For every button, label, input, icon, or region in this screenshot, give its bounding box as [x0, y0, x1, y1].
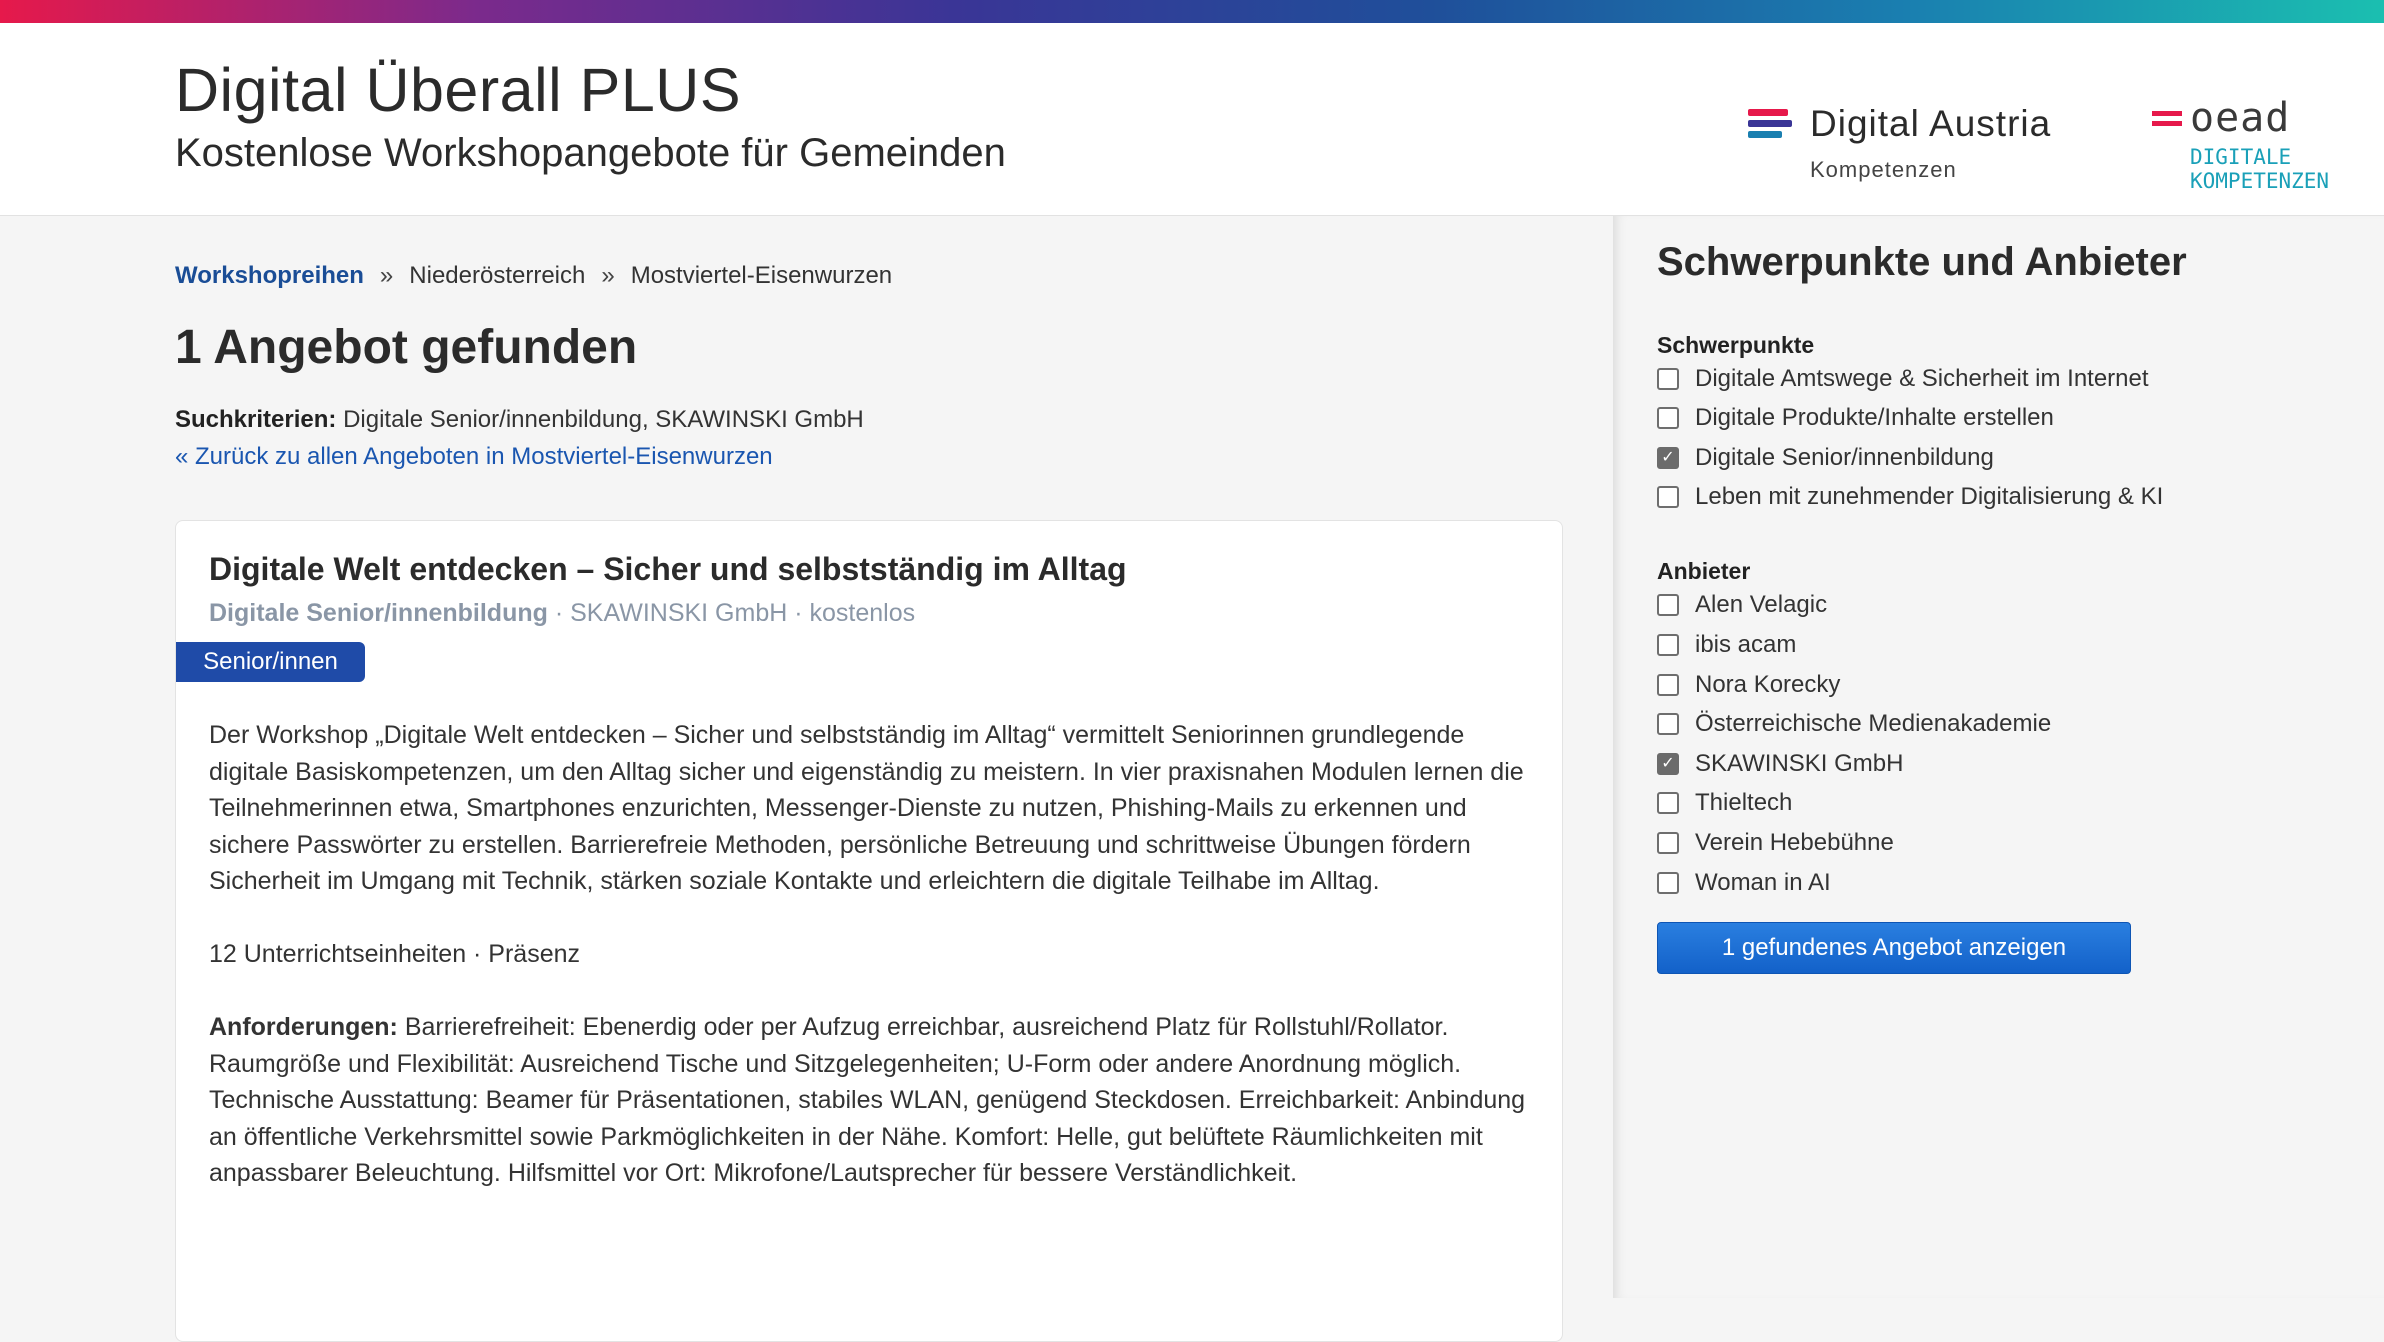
filter-provider-ibis[interactable]: ibis acam: [1657, 631, 1796, 659]
providers-group-label: Anbieter: [1657, 558, 1751, 584]
requirements-text: Barrierefreiheit: Ebenerdig oder per Auf…: [209, 1013, 1526, 1187]
checkbox[interactable]: [1657, 486, 1679, 508]
digital-austria-sub: Kompetenzen: [1810, 157, 1957, 182]
checkbox[interactable]: [1657, 634, 1679, 656]
site-title[interactable]: Digital Überall PLUS: [175, 55, 741, 125]
checkbox[interactable]: [1657, 368, 1679, 390]
offer-meta: Digitale Senior/innenbildung · SKAWINSKI…: [209, 599, 915, 628]
filter-focus-senior[interactable]: ✓ Digitale Senior/innenbildung: [1657, 444, 1994, 472]
show-results-button[interactable]: 1 gefundenes Angebot anzeigen: [1657, 922, 2131, 974]
result-count-heading: 1 Angebot gefunden: [175, 321, 638, 374]
site-subtitle: Kostenlose Workshopangebote für Gemeinde…: [175, 131, 1006, 175]
checkbox[interactable]: [1657, 407, 1679, 429]
checkbox[interactable]: [1657, 832, 1679, 854]
back-to-all-offers-link[interactable]: « Zurück zu allen Angeboten in Mostviert…: [175, 443, 773, 471]
filter-provider-velagic[interactable]: Alen Velagic: [1657, 591, 1827, 619]
austria-flag-icon: [2152, 111, 2182, 127]
filter-sidebar: Schwerpunkte und Anbieter Schwerpunkte D…: [1613, 216, 2384, 1298]
checkbox[interactable]: [1657, 792, 1679, 814]
focus-group-label: Schwerpunkte: [1657, 332, 1815, 358]
checkbox[interactable]: [1657, 713, 1679, 735]
oead-sub: DIGITALE KOMPETENZEN: [2190, 145, 2329, 193]
checkbox[interactable]: [1657, 594, 1679, 616]
breadcrumb-separator-icon: »: [601, 262, 615, 289]
breadcrumb: Workshopreihen » Niederösterreich » Most…: [175, 262, 892, 290]
filter-label: Alen Velagic: [1695, 591, 1828, 618]
checkbox[interactable]: [1657, 674, 1679, 696]
offer-body: Der Workshop „Digitale Welt entdecken – …: [209, 717, 1539, 1228]
filter-label: Leben mit zunehmender Digitalisierung & …: [1695, 483, 2164, 510]
site-header: Digital Überall PLUS Kostenlose Workshop…: [0, 23, 2384, 216]
filter-label: Verein Hebebühne: [1695, 829, 1894, 856]
filter-provider-medienakademie[interactable]: Österreichische Medienakademie: [1657, 710, 2051, 738]
filter-label: Thieltech: [1695, 789, 1793, 816]
filter-provider-hebebuehne[interactable]: Verein Hebebühne: [1657, 829, 1894, 857]
breadcrumb-niederoesterreich: Niederösterreich: [409, 262, 586, 289]
offer-provider-price: · SKAWINSKI GmbH · kostenlos: [547, 599, 916, 627]
filter-label: Woman in AI: [1695, 869, 1831, 896]
offer-description: Der Workshop „Digitale Welt entdecken – …: [209, 721, 1524, 895]
filter-provider-skawinski[interactable]: ✓ SKAWINSKI GmbH: [1657, 750, 1903, 778]
filter-label: Digitale Amtswege & Sicherheit im Intern…: [1695, 365, 2149, 392]
checkbox-checked-icon[interactable]: ✓: [1657, 447, 1679, 469]
filter-provider-woman-in-ai[interactable]: Woman in AI: [1657, 869, 1831, 897]
oead-name: oead: [2190, 95, 2291, 141]
offer-card: Digitale Welt entdecken – Sicher und sel…: [175, 520, 1563, 1342]
search-criteria-value: Digitale Senior/innenbildung, SKAWINSKI …: [343, 406, 864, 433]
filter-label: Digitale Senior/innenbildung: [1695, 444, 1994, 471]
digital-austria-name: Digital Austria: [1810, 103, 2052, 144]
search-criteria-label: Suchkriterien:: [175, 406, 337, 433]
sidebar-title: Schwerpunkte und Anbieter: [1657, 240, 2187, 284]
filter-label: Digitale Produkte/Inhalte erstellen: [1695, 404, 2054, 431]
offer-requirements: Anforderungen: Barrierefreiheit: Ebenerd…: [209, 1009, 1539, 1192]
filter-label: SKAWINSKI GmbH: [1695, 750, 1904, 777]
filter-focus-produkte[interactable]: Digitale Produkte/Inhalte erstellen: [1657, 404, 2054, 432]
main-content: Workshopreihen » Niederösterreich » Most…: [0, 216, 1613, 1342]
digital-austria-logo[interactable]: Digital Austria Kompetenzen: [1748, 81, 2078, 191]
offer-units: 12 Unterrichtseinheiten · Präsenz: [209, 940, 581, 968]
filter-label: ibis acam: [1695, 631, 1797, 658]
filter-focus-amtswege[interactable]: Digitale Amtswege & Sicherheit im Intern…: [1657, 365, 2149, 393]
oead-logo[interactable]: oead DIGITALE KOMPETENZEN: [2152, 95, 2342, 201]
breadcrumb-workshopreihen[interactable]: Workshopreihen: [175, 262, 364, 290]
oead-sub-line1: DIGITALE: [2190, 145, 2292, 169]
filter-label: Nora Korecky: [1695, 671, 1841, 698]
filter-provider-korecky[interactable]: Nora Korecky: [1657, 671, 1840, 699]
brand-gradient-bar: [0, 0, 2384, 23]
target-group-badge: Senior/innen: [176, 642, 365, 682]
checkbox-checked-icon[interactable]: ✓: [1657, 753, 1679, 775]
offer-title[interactable]: Digitale Welt entdecken – Sicher und sel…: [209, 551, 1127, 588]
search-criteria: Suchkriterien: Digitale Senior/innenbild…: [175, 406, 864, 434]
digital-austria-mark-icon: [1748, 109, 1792, 139]
filter-provider-thieltech[interactable]: Thieltech: [1657, 789, 1792, 817]
oead-sub-line2: KOMPETENZEN: [2190, 169, 2330, 193]
requirements-label: Anforderungen:: [209, 1013, 398, 1041]
filter-label: Österreichische Medienakademie: [1695, 710, 2052, 737]
breadcrumb-mostviertel: Mostviertel-Eisenwurzen: [630, 262, 893, 289]
checkbox[interactable]: [1657, 872, 1679, 894]
offer-focus: Digitale Senior/innenbildung: [209, 599, 548, 627]
filter-focus-ki[interactable]: Leben mit zunehmender Digitalisierung & …: [1657, 483, 2163, 511]
breadcrumb-separator-icon: »: [379, 262, 394, 289]
